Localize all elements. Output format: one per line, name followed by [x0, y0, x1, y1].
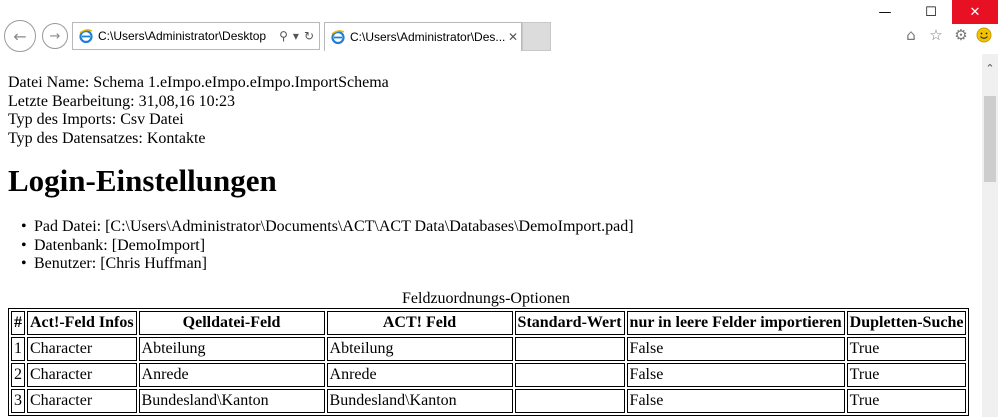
table-cell: True — [846, 336, 967, 361]
refresh-icon[interactable]: ↻ — [304, 29, 314, 43]
table-row: 2 Character Anrede Anrede False True — [11, 362, 967, 387]
import-type-line: Typ des Imports: Csv Datei — [8, 111, 184, 128]
last-edit-line: Letzte Bearbeitung: 31,08,16 10:23 — [8, 92, 236, 110]
page-heading: Login-Einstellungen — [8, 163, 277, 198]
table-cell: True — [846, 388, 967, 413]
list-item-pad-file: Pad Datei: [C:\Users\Administrator\Docum… — [21, 218, 978, 237]
scrollbar-thumb[interactable] — [984, 96, 996, 182]
page-content: Datei Name: Schema 1.eImpo.eImpo.eImpo.I… — [8, 74, 978, 416]
new-tab-button[interactable] — [522, 22, 551, 51]
column-header: Qelldatei-Feld — [138, 310, 325, 335]
maximize-button[interactable]: ☐ — [908, 0, 954, 24]
back-button[interactable]: ← — [4, 20, 36, 52]
table-header-row: # Act!-Feld Infos Qelldatei-Feld ACT! Fe… — [11, 310, 967, 335]
vertical-scrollbar[interactable]: ⌃ — [982, 54, 998, 417]
column-header: nur in leere Felder importieren — [626, 310, 845, 335]
scroll-up-icon[interactable]: ⌃ — [982, 62, 998, 78]
address-text[interactable]: C:\Users\Administrator\Desktop — [98, 29, 274, 43]
table-cell: False — [626, 336, 845, 361]
list-item-user: Benutzer: [Chris Huffman] — [21, 255, 978, 274]
address-bar[interactable]: C:\Users\Administrator\Desktop ⚲ ▾ ↻ — [72, 22, 320, 50]
tab-title: C:\Users\Administrator\Des... — [350, 30, 505, 44]
ie-tab-icon — [330, 29, 346, 45]
column-header: Dupletten-Suche — [846, 310, 967, 335]
list-item-database: Datenbank: [DemoImport] — [21, 237, 978, 256]
field-mapping-table: # Act!-Feld Infos Qelldatei-Feld ACT! Fe… — [8, 307, 970, 416]
login-settings-list: Pad Datei: [C:\Users\Administrator\Docum… — [8, 218, 978, 274]
table-cell: Character — [27, 336, 137, 361]
smiley-feedback-icon[interactable] — [975, 26, 993, 44]
back-icon: ← — [13, 26, 27, 46]
table-caption: Feldzuordnungs-Optionen — [402, 289, 570, 307]
column-header: Standard-Wert — [514, 310, 625, 335]
settings-gear-icon[interactable]: ⚙ — [952, 26, 970, 44]
table-cell: False — [626, 362, 845, 387]
record-type-line: Typ des Datensatzes: Kontakte — [8, 129, 206, 147]
table-cell: Anrede — [138, 362, 325, 387]
close-window-button[interactable]: ✕ — [952, 0, 998, 24]
tab-close-icon[interactable]: ✕ — [505, 30, 521, 44]
tab-active[interactable]: C:\Users\Administrator\Des... ✕ — [324, 22, 522, 51]
column-header: Act!-Feld Infos — [27, 310, 137, 335]
browser-chrome: ← → C:\Users\Administrator\Desktop ⚲ ▾ ↻… — [0, 0, 998, 54]
home-icon[interactable]: ⌂ — [902, 26, 920, 44]
table-cell: False — [626, 388, 845, 413]
table-cell: Bundesland\Kanton — [138, 388, 325, 413]
table-cell: Character — [27, 362, 137, 387]
table-cell — [514, 362, 625, 387]
table-cell — [514, 336, 625, 361]
favorites-star-icon[interactable]: ☆ — [927, 26, 945, 44]
table-cell: Anrede — [326, 362, 513, 387]
forward-button[interactable]: → — [42, 23, 68, 49]
table-cell: True — [846, 362, 967, 387]
table-cell: 2 — [11, 362, 25, 387]
table-cell: 3 — [11, 388, 25, 413]
forward-icon: → — [49, 28, 61, 44]
ie-page-icon — [78, 28, 94, 44]
table-cell: Character — [27, 388, 137, 413]
search-icon[interactable]: ⚲ — [279, 29, 288, 43]
file-name-line: Datei Name: Schema 1.eImpo.eImpo.eImpo.I… — [8, 74, 389, 91]
table-cell: Abteilung — [326, 336, 513, 361]
dropdown-icon[interactable]: ▾ — [293, 29, 299, 43]
table-row: 3 Character Bundesland\Kanton Bundesland… — [11, 388, 967, 413]
table-cell: 1 — [11, 336, 25, 361]
column-header: # — [11, 310, 25, 335]
column-header: ACT! Feld — [326, 310, 513, 335]
table-cell: Abteilung — [138, 336, 325, 361]
table-cell — [514, 388, 625, 413]
table-row: 1 Character Abteilung Abteilung False Tr… — [11, 336, 967, 361]
table-cell: Bundesland\Kanton — [326, 388, 513, 413]
minimize-button[interactable]: — — [862, 0, 908, 24]
